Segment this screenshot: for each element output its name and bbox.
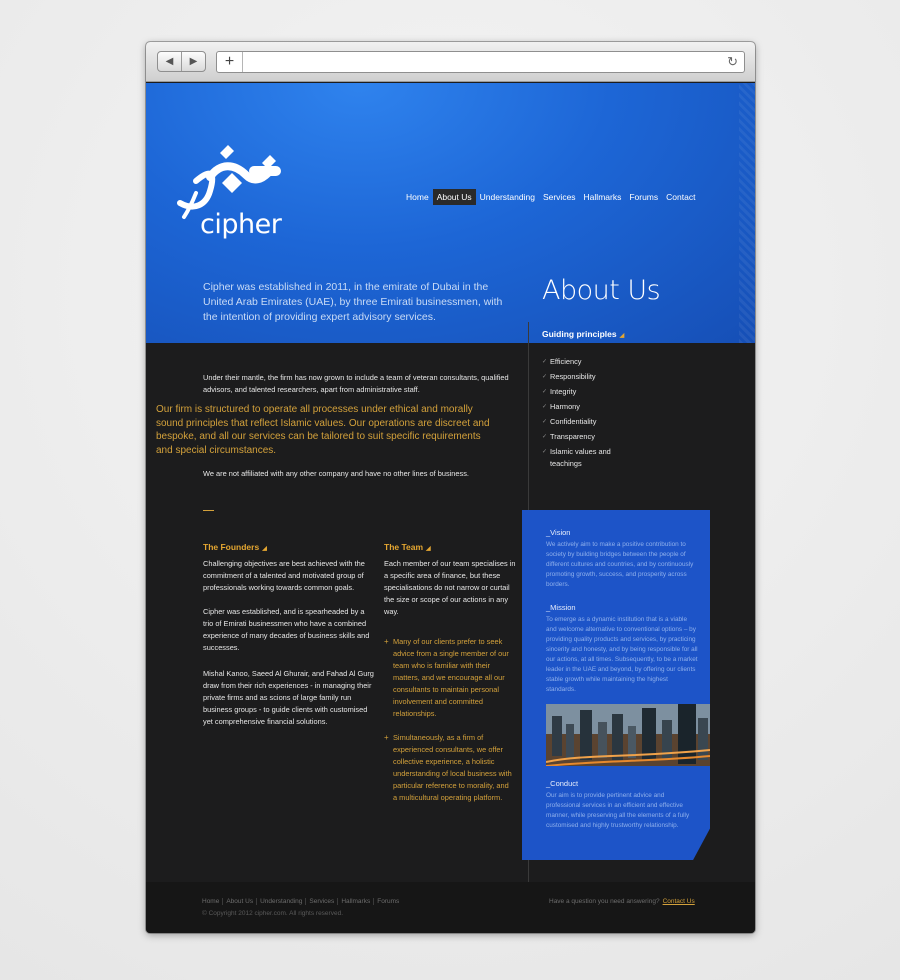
- browser-window: ◀ ▶ + ↻ cipher Home About Us Understandi…: [146, 42, 755, 933]
- address-bar[interactable]: + ↻: [216, 51, 745, 73]
- forward-arrow-icon[interactable]: ▶: [182, 52, 205, 71]
- footer-question: Have a question you need answering? Conta…: [549, 898, 695, 905]
- logo-wordmark[interactable]: cipher: [200, 209, 282, 240]
- nav-services[interactable]: Services: [539, 189, 580, 205]
- footer-link-understanding[interactable]: Understanding: [256, 898, 305, 905]
- list-item: Integrity: [542, 386, 632, 398]
- list-item: Responsibility: [542, 371, 632, 383]
- back-arrow-icon[interactable]: ◀: [158, 52, 182, 71]
- footer-link-hallmarks[interactable]: Hallmarks: [337, 898, 373, 905]
- hero-pattern: [739, 83, 755, 343]
- vision-heading: _Vision: [546, 528, 571, 537]
- history-buttons: ◀ ▶: [157, 51, 206, 72]
- list-item: Confidentiality: [542, 416, 632, 428]
- intro-paragraph: Under their mantle, the firm has now gro…: [203, 373, 509, 394]
- affiliation-note: We are not affiliated with any other com…: [203, 469, 469, 478]
- nav-hallmarks[interactable]: Hallmarks: [580, 189, 626, 205]
- triangle-icon: ◢: [426, 546, 431, 552]
- footer-link-services[interactable]: Services: [305, 898, 337, 905]
- conduct-text: Our aim is to provide pertinent advice a…: [546, 792, 690, 829]
- footer-link-about[interactable]: About Us: [222, 898, 256, 905]
- highlight-statement: Our firm is structured to operate all pr…: [156, 404, 490, 456]
- nav-about-us[interactable]: About Us: [432, 189, 476, 205]
- list-item: Harmony: [542, 401, 632, 413]
- copyright-text: © Copyright 2012 cipher.com. All rights …: [202, 910, 343, 917]
- triangle-icon: ◢: [262, 546, 267, 552]
- triangle-icon: ◢: [619, 333, 625, 339]
- principles-list: Efficiency Responsibility Integrity Harm…: [542, 356, 632, 473]
- browser-toolbar: ◀ ▶ + ↻: [146, 42, 755, 82]
- team-p1: Each member of our team specialises in a…: [384, 559, 516, 616]
- list-item: Islamic values and teachings: [542, 446, 632, 470]
- team-bullets: Many of our clients prefer to seek advic…: [384, 636, 514, 816]
- mission-heading: _Mission: [546, 603, 576, 612]
- add-bookmark-button[interactable]: +: [217, 52, 243, 72]
- founders-heading: The Founders ◢: [203, 542, 267, 552]
- page-title: About Us: [542, 275, 661, 306]
- footer-link-forums[interactable]: Forums: [373, 898, 402, 905]
- guiding-principles-heading: Guiding principles ◢: [542, 329, 625, 339]
- nav-forums[interactable]: Forums: [625, 189, 662, 205]
- nav-understanding[interactable]: Understanding: [476, 189, 539, 205]
- founders-p1: Challenging objectives are best achieved…: [203, 559, 365, 592]
- list-item: Simultaneously, as a firm of experienced…: [384, 732, 514, 804]
- main-nav: Home About Us Understanding Services Hal…: [402, 189, 699, 205]
- footer-nav: Home About Us Understanding Services Hal…: [202, 898, 402, 905]
- list-item: Efficiency: [542, 356, 632, 368]
- hero-banner: cipher Home About Us Understanding Servi…: [146, 83, 755, 343]
- nav-home[interactable]: Home: [402, 189, 433, 205]
- question-text: Have a question you need answering?: [549, 898, 660, 905]
- mission-text: To emerge as a dynamic institution that …: [546, 616, 698, 693]
- founders-p3: Mishal Kanoo, Saeed Al Ghurair, and Faha…: [203, 669, 374, 726]
- nav-contact[interactable]: Contact: [662, 189, 699, 205]
- city-skyline-image: [546, 704, 710, 766]
- team-heading: The Team ◢: [384, 542, 431, 552]
- contact-us-link[interactable]: Contact Us: [663, 898, 695, 905]
- list-item: Many of our clients prefer to seek advic…: [384, 636, 514, 720]
- footer-link-home[interactable]: Home: [202, 898, 222, 905]
- vision-mission-box: _Vision We actively aim to make a positi…: [522, 510, 710, 860]
- section-dash: [203, 510, 214, 511]
- founders-p2: Cipher was established, and is spearhead…: [203, 607, 370, 652]
- intro-text: Cipher was established in 2011, in the e…: [203, 281, 503, 323]
- site-footer: Home About Us Understanding Services Hal…: [146, 882, 755, 933]
- conduct-heading: _Conduct: [546, 779, 579, 788]
- vision-text: We actively aim to make a positive contr…: [546, 541, 694, 588]
- list-item: Transparency: [542, 431, 632, 443]
- reload-icon[interactable]: ↻: [727, 54, 738, 70]
